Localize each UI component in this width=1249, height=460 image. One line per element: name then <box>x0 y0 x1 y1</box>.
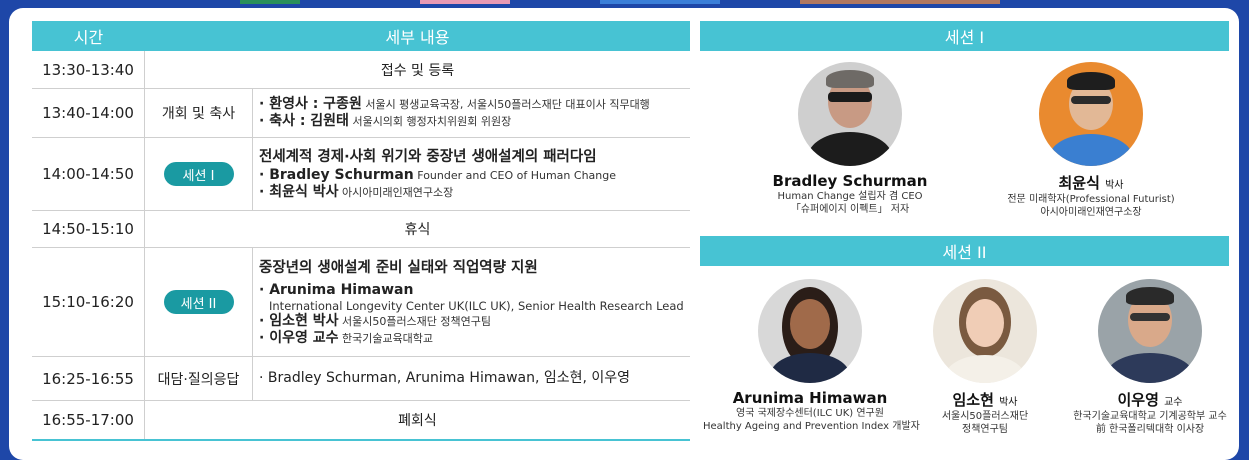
speaker-card-lim: 임소현 박사 서울시50플러스재단 정책연구팀 <box>926 279 1044 436</box>
speaker-card-lee: 이우영 교수 한국기술교육대학교 기계공학부 교수 前 한국폴리텍대학 이사장 <box>1062 279 1238 436</box>
session2-banner: 세션 II <box>700 236 1229 266</box>
table-row: 15:10-16:20 세션 II 중장년의 생애설계 준비 실태와 직업역량 … <box>32 248 690 357</box>
speaker-affiliation: 서울시의회 행정자치위원회 위원장 <box>348 115 512 128</box>
table-row: 16:25-16:55 대담·질의응답 · Bradley Schurman, … <box>32 357 690 401</box>
speaker-name-line: 임소현 박사 <box>926 389 1044 410</box>
row-time: 15:10-16:20 <box>32 248 145 356</box>
row-time: 14:50-15:10 <box>32 211 145 247</box>
speaker-affiliation: 서울시50플러스재단 정책연구팀 <box>338 314 492 328</box>
strip-block <box>240 0 300 4</box>
header-detail: 세부 내용 <box>385 28 450 47</box>
row-category: 세션 II <box>145 248 253 356</box>
top-strip <box>0 0 1249 8</box>
speaker-name: 이우영 <box>1117 391 1159 409</box>
avatar <box>1098 279 1202 383</box>
session-badge: 세션 II <box>163 290 234 314</box>
speaker-card-bradley: Bradley Schurman Human Change 설립자 겸 CEO … <box>752 62 948 216</box>
speaker-affiliation: International Longevity Center UK(ILC UK… <box>269 298 684 313</box>
speaker-role: · 축사 : 김원태 <box>259 113 349 129</box>
row-detail: · 환영사 : 구종원 서울시 평생교육국장, 서울시50플러스재단 대표이사 … <box>253 89 690 137</box>
speaker-desc: 영국 국제장수센터(ILC UK) 연구원 <box>736 408 884 419</box>
detail-line: · 임소현 박사 서울시50플러스재단 정책연구팀 <box>259 313 690 330</box>
session1-banner: 세션 I <box>700 21 1229 51</box>
table-row: 16:55-17:00 폐회식 <box>32 401 690 439</box>
schedule-table: 시간 세부 내용 13:30-13:40 접수 및 등록 13:40-14:00… <box>32 21 690 441</box>
detail-line: · 최윤식 박사 아시아미래인재연구소장 <box>259 184 690 201</box>
speaker-desc: 정책연구팀 <box>962 424 1008 435</box>
speaker-affiliation: 한국기술교육대학교 <box>338 331 434 345</box>
row-detail: 중장년의 생애설계 준비 실태와 직업역량 지원 · Arunima Himaw… <box>253 248 690 356</box>
speaker-title: 교수 <box>1164 397 1183 408</box>
row-category: 대담·질의응답 <box>145 357 253 400</box>
detail-line: · Arunima Himawan <box>259 282 690 299</box>
session-badge: 세션 I <box>163 162 234 186</box>
speaker-name: · 최윤식 박사 <box>259 184 339 200</box>
row-category: 세션 I <box>145 138 253 210</box>
row-time: 13:30-13:40 <box>32 51 145 88</box>
speaker-title: 박사 <box>1105 180 1124 191</box>
session-title: 중장년의 생애설계 준비 실태와 직업역량 지원 <box>259 259 538 276</box>
avatar <box>758 279 862 383</box>
avatar <box>1039 62 1143 166</box>
row-time: 14:00-14:50 <box>32 138 145 210</box>
detail-line: · Bradley Schurman Founder and CEO of Hu… <box>259 167 690 184</box>
row-detail: 접수 및 등록 <box>380 62 455 79</box>
speaker-card-choi: 최윤식 박사 전문 미래학자(Professional Futurist) 아시… <box>988 62 1194 219</box>
avatar <box>798 62 902 166</box>
header-time: 시간 <box>73 28 104 47</box>
speaker-name-line: 이우영 교수 <box>1062 389 1238 410</box>
speaker-desc: 前 한국폴리텍대학 이사장 <box>1095 424 1205 435</box>
table-bottom-rule <box>32 439 690 441</box>
speaker-name: · 임소현 박사 <box>259 312 339 329</box>
speaker-affiliation: 서울시 평생교육국장, 서울시50플러스재단 대표이사 직무대행 <box>361 98 650 111</box>
speaker-desc: 「슈퍼에이지 이펙트」 저자 <box>790 204 910 215</box>
table-row: 13:40-14:00 개회 및 축사 · 환영사 : 구종원 서울시 평생교육… <box>32 89 690 138</box>
speaker-card-arunima: Arunima Himawan 영국 국제장수센터(ILC UK) 연구원 He… <box>703 279 920 433</box>
detail-line: · 이우영 교수 한국기술교육대학교 <box>259 330 690 347</box>
avatar <box>933 279 1037 383</box>
detail-line: · 축사 : 김원태 서울시의회 행정자치위원회 위원장 <box>259 113 690 130</box>
speaker-name: Bradley Schurman <box>772 172 928 190</box>
speaker-role: · 환영사 : 구종원 <box>259 96 362 112</box>
speaker-desc: 아시아미래인재연구소장 <box>1040 207 1142 218</box>
detail-line: · 환영사 : 구종원 서울시 평생교육국장, 서울시50플러스재단 대표이사 … <box>259 96 690 113</box>
row-time: 16:55-17:00 <box>32 401 145 439</box>
speaker-name: Arunima Himawan <box>732 389 888 407</box>
table-row: 14:00-14:50 세션 I 전세계적 경제·사회 위기와 중장년 생애설계… <box>32 138 690 211</box>
speaker-name: · Bradley Schurman <box>259 167 414 183</box>
row-time: 16:25-16:55 <box>32 357 145 400</box>
session-title: 전세계적 경제·사회 위기와 중장년 생애설계의 패러다임 <box>259 149 597 165</box>
speaker-desc: Healthy Ageing and Prevention Index 개발자 <box>703 421 920 432</box>
row-time: 13:40-14:00 <box>32 89 145 137</box>
speaker-affiliation: Founder and CEO of Human Change <box>413 169 616 182</box>
row-detail: 휴식 <box>404 222 431 238</box>
strip-block <box>600 0 720 4</box>
table-row: 13:30-13:40 접수 및 등록 <box>32 51 690 89</box>
speaker-desc: 한국기술교육대학교 기계공학부 교수 <box>1073 411 1227 422</box>
strip-block <box>420 0 510 4</box>
detail-line: · Bradley Schurman, Arunima Himawan, 임소현… <box>259 370 631 386</box>
row-detail: 폐회식 <box>398 413 437 429</box>
row-detail: 전세계적 경제·사회 위기와 중장년 생애설계의 패러다임 · Bradley … <box>253 138 690 210</box>
speaker-name: · 이우영 교수 <box>259 329 339 346</box>
strip-block <box>800 0 1000 4</box>
speaker-name-line: 최윤식 박사 <box>988 172 1194 193</box>
table-row: 14:50-15:10 휴식 <box>32 211 690 248</box>
speaker-title: 박사 <box>999 397 1018 408</box>
speaker-desc: 전문 미래학자(Professional Futurist) <box>1007 194 1175 205</box>
speaker-affiliation: 아시아미래인재연구소장 <box>338 186 454 199</box>
row-detail: · Bradley Schurman, Arunima Himawan, 임소현… <box>253 357 690 400</box>
schedule-header: 시간 세부 내용 <box>32 21 690 51</box>
speaker-name: 최윤식 <box>1058 174 1100 192</box>
speaker-name: · Arunima Himawan <box>259 281 414 298</box>
speaker-desc: Human Change 설립자 겸 CEO <box>777 191 923 202</box>
speaker-name: 임소현 <box>952 391 994 409</box>
speaker-desc: 서울시50플러스재단 <box>941 411 1029 422</box>
row-category: 개회 및 축사 <box>145 89 253 137</box>
